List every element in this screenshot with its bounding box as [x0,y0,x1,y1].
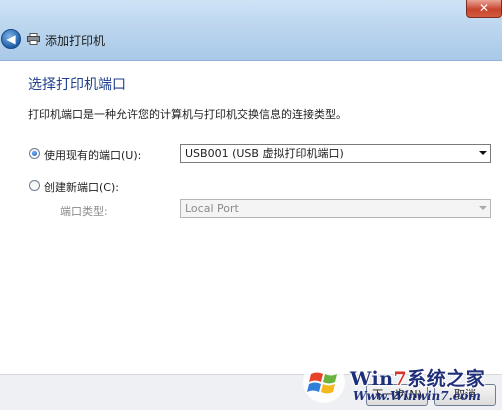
use-existing-port-label[interactable]: 使用现有的端口(U): [44,147,141,163]
watermark-brand: Win7系统之家 [350,368,486,390]
windows-logo-icon [303,361,345,403]
existing-port-select[interactable]: USB001 (USB 虚拟打印机端口) [180,144,491,163]
printer-icon [27,33,40,45]
chevron-down-icon [479,206,487,210]
port-type-value: Local Port [185,202,239,215]
page-title: 选择打印机端口 [28,77,126,93]
close-button[interactable]: ✕ [466,0,502,18]
close-icon: ✕ [478,1,490,15]
watermark-url: Www.Winwin7.com [353,389,481,403]
create-new-port-label[interactable]: 创建新端口(C): [44,179,119,195]
chevron-down-icon [479,151,487,155]
page-description: 打印机端口是一种允许您的计算机与打印机交换信息的连接类型。 [28,108,347,121]
create-new-port-radio[interactable] [29,180,40,191]
back-arrow-icon: ◀ [6,32,16,46]
use-existing-port-radio[interactable] [29,148,40,159]
port-type-select[interactable]: Local Port [180,199,491,218]
title-bar: ✕ ◀ 添加打印机 [0,0,502,61]
existing-port-value: USB001 (USB 虚拟打印机端口) [185,147,344,160]
window-title: 添加打印机 [45,34,106,48]
port-type-label: 端口类型: [60,205,108,218]
back-button[interactable]: ◀ [1,29,21,49]
